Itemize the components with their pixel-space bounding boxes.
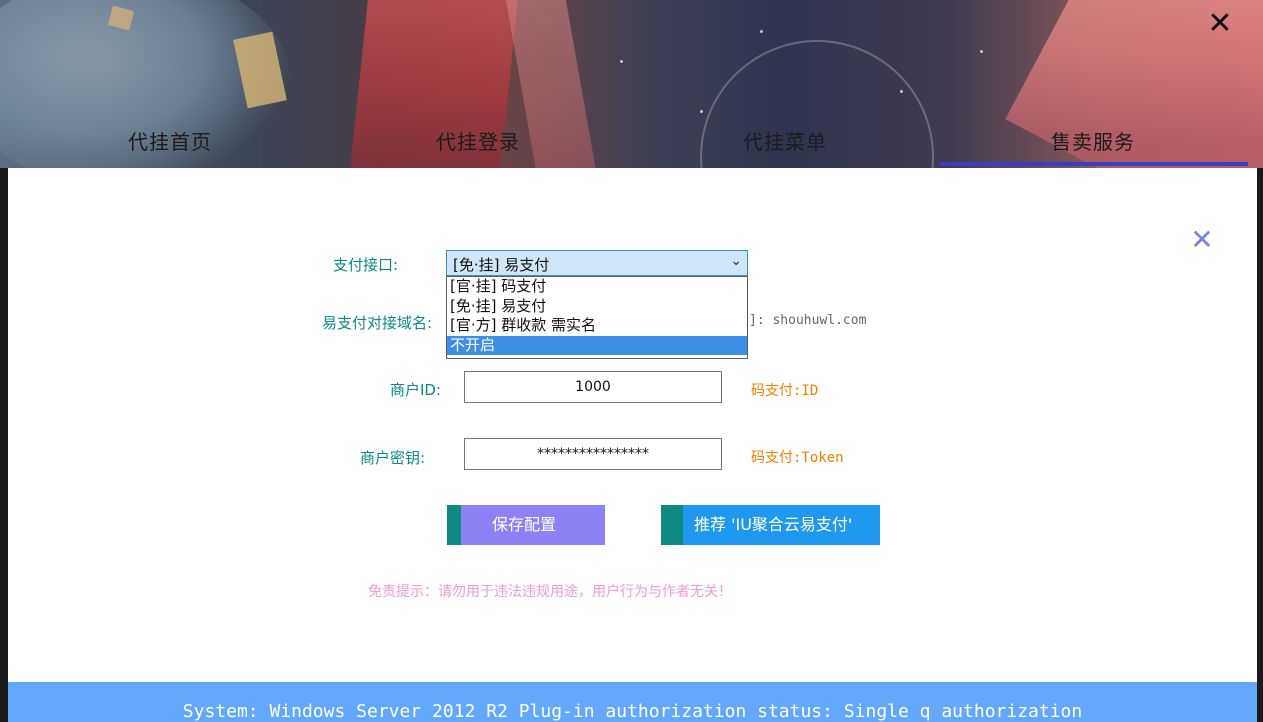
banner-star (760, 30, 763, 33)
banner-star (980, 50, 983, 53)
button-accent-strip (661, 505, 683, 545)
dropdown-option-highlighted[interactable]: 不开启 (447, 335, 747, 355)
payment-interface-select[interactable]: [免·挂] 易支付 ⌄ (446, 250, 748, 276)
banner-star (700, 110, 703, 113)
banner-star (620, 60, 623, 63)
recommend-payment-button[interactable]: 推荐 'IU聚合云易支付' (661, 505, 880, 545)
save-config-button[interactable]: 保存配置 (447, 505, 605, 545)
app-window: ✕ 代挂首页 代挂登录 代挂菜单 售卖服务 ✕ 支付接口: [免·挂] 易支付 … (0, 0, 1263, 722)
chevron-down-icon: ⌄ (730, 253, 742, 269)
panel-close-icon[interactable]: ✕ (1188, 226, 1216, 254)
banner-star (900, 90, 903, 93)
payment-interface-selected-value: [免·挂] 易支付 (453, 256, 550, 274)
recommend-payment-label: 推荐 'IU聚合云易支付' (694, 515, 853, 534)
merchant-id-label: 商户ID: (390, 381, 442, 399)
merchant-key-hint: 码支付:Token (751, 450, 844, 466)
status-bar-text: System: Windows Server 2012 R2 Plug-in a… (182, 701, 1083, 722)
dropdown-option[interactable]: [免·挂] 易支付 (447, 297, 747, 317)
merchant-key-input[interactable]: **************** (464, 438, 722, 470)
disclaimer-text: 免责提示：请勿用于违法违规用途，用户行为与作者无关！ (368, 584, 732, 600)
tab-dg-menu[interactable]: 代挂菜单 (743, 126, 827, 155)
domain-label: 易支付对接域名: (322, 314, 433, 332)
tab-dg-home[interactable]: 代挂首页 (128, 126, 212, 155)
merchant-id-hint: 码支付:ID (751, 383, 819, 399)
sales-config-panel: ✕ 支付接口: [免·挂] 易支付 ⌄ [官·挂] 码支付 [免·挂] 易支付 … (8, 168, 1257, 682)
merchant-id-input[interactable]: 1000 (464, 371, 722, 403)
save-config-label: 保存配置 (492, 515, 557, 534)
tab-sales-service[interactable]: 售卖服务 (1051, 126, 1135, 155)
window-close-icon[interactable]: ✕ (1205, 9, 1235, 39)
active-tab-indicator (940, 162, 1248, 166)
domain-hint: ]: shouhuwl.com (749, 313, 867, 328)
payment-interface-label: 支付接口: (333, 256, 399, 274)
dropdown-option[interactable]: [官·挂] 码支付 (447, 277, 747, 297)
tab-dg-login[interactable]: 代挂登录 (436, 126, 520, 155)
top-nav: 代挂首页 代挂登录 代挂菜单 售卖服务 (0, 118, 1263, 162)
merchant-key-label: 商户密钥: (360, 449, 426, 467)
button-accent-strip (447, 505, 461, 545)
status-bar: System: Windows Server 2012 R2 Plug-in a… (8, 682, 1257, 722)
payment-interface-dropdown: [官·挂] 码支付 [免·挂] 易支付 [官·方] 群收款 需实名 不开启 (446, 276, 748, 359)
dropdown-option[interactable]: [官·方] 群收款 需实名 (447, 316, 747, 336)
